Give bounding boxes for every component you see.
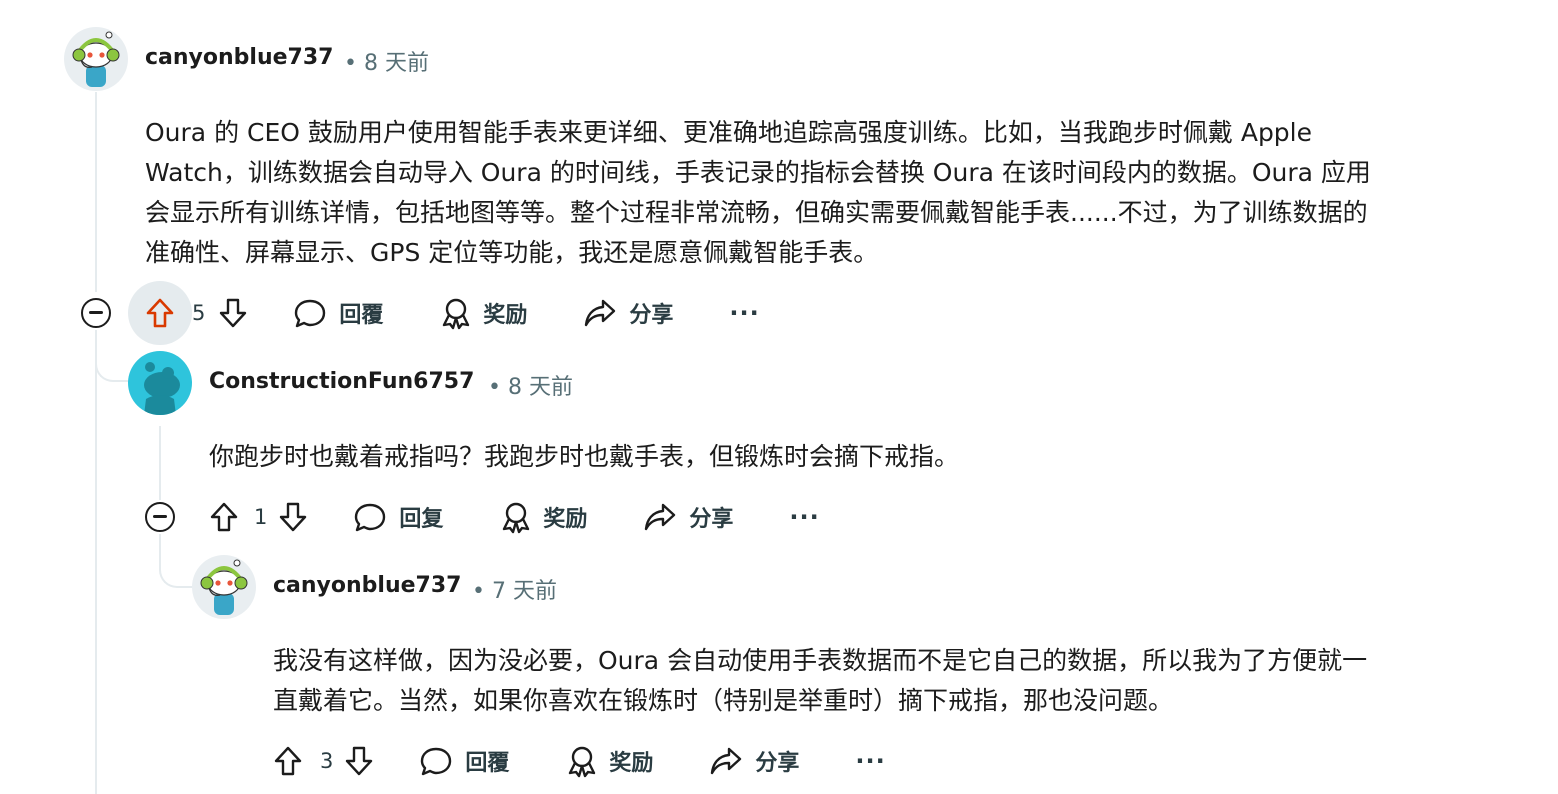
avatar[interactable] bbox=[64, 27, 128, 91]
award-icon bbox=[569, 746, 596, 778]
award-icon bbox=[503, 502, 530, 534]
vote-count: 5 bbox=[192, 301, 206, 325]
upvote-button[interactable] bbox=[128, 281, 192, 345]
thread-line bbox=[159, 426, 161, 500]
comment-text-line: 准确性、屏幕显示、GPS 定位等功能，我还是愿意佩戴智能手表。 bbox=[145, 238, 879, 267]
award-button[interactable]: 奖励 bbox=[499, 500, 587, 534]
more-options-button[interactable]: ··· bbox=[789, 503, 819, 531]
share-label: 分享 bbox=[755, 751, 800, 776]
comment-author[interactable]: canyonblue737 bbox=[273, 573, 461, 598]
comment-body: Oura 的 CEO 鼓励用户使用智能手表来更详细、更准确地追踪高强度训练。比如… bbox=[145, 113, 1545, 273]
award-button[interactable]: 奖励 bbox=[565, 744, 653, 778]
award-label: 奖励 bbox=[543, 507, 588, 532]
award-label: 奖励 bbox=[609, 751, 654, 776]
collapse-thread-button[interactable] bbox=[81, 298, 111, 328]
collapse-thread-button[interactable] bbox=[145, 502, 175, 532]
comment-author[interactable]: canyonblue737 bbox=[145, 45, 333, 70]
snoo-avatar-icon bbox=[200, 559, 248, 615]
thread-line bbox=[95, 330, 97, 794]
thread-branch bbox=[95, 330, 129, 382]
share-label: 分享 bbox=[689, 507, 734, 532]
downvote-icon bbox=[280, 502, 307, 532]
downvote-icon bbox=[346, 746, 373, 776]
reply-label: 回覆 bbox=[465, 751, 510, 776]
comment-action-bar: 5 回覆 奖励 分享 ··· bbox=[192, 281, 760, 345]
upvote-button[interactable] bbox=[272, 745, 304, 777]
comment-bubble-icon bbox=[295, 299, 326, 328]
comment-text-line: 你跑步时也戴着戒指吗？我跑步时也戴手表，但锻炼时会摘下戒指。 bbox=[209, 442, 960, 471]
comment-action-bar: 1 回复 奖励 分享 ··· bbox=[208, 485, 820, 549]
comment-text-line: Oura 的 CEO 鼓励用户使用智能手表来更详细、更准确地追踪高强度训练。比如… bbox=[145, 118, 1313, 147]
award-label: 奖励 bbox=[483, 303, 528, 328]
reply-button[interactable]: 回覆 bbox=[419, 745, 509, 777]
downvote-icon bbox=[220, 298, 247, 328]
default-snoo-avatar-icon bbox=[144, 362, 180, 415]
comment-author[interactable]: ConstructionFun6757 bbox=[209, 369, 474, 394]
comment-timestamp: • 8 天前 bbox=[488, 375, 573, 400]
comment-action-bar: 3 回覆 奖励 分享 ··· bbox=[272, 729, 886, 793]
upvote-button[interactable] bbox=[208, 501, 240, 533]
reply-button[interactable]: 回复 bbox=[353, 501, 443, 533]
upvote-icon bbox=[210, 502, 238, 532]
avatar[interactable] bbox=[192, 555, 256, 619]
vote-count: 1 bbox=[254, 505, 268, 529]
thread-line bbox=[95, 92, 97, 292]
reply-label: 回覆 bbox=[339, 303, 384, 328]
avatar[interactable] bbox=[128, 351, 192, 415]
snoo-avatar-icon bbox=[72, 31, 120, 87]
share-button[interactable]: 分享 bbox=[583, 297, 673, 329]
share-icon bbox=[585, 299, 616, 327]
more-options-button[interactable]: ··· bbox=[855, 747, 885, 775]
thread-branch bbox=[159, 534, 193, 588]
comment-timestamp: • 7 天前 bbox=[472, 579, 557, 604]
comment-body: 我没有这样做，因为没必要，Oura 会自动使用手表数据而不是它自己的数据，所以我… bbox=[273, 641, 1533, 721]
downvote-button[interactable] bbox=[343, 745, 375, 777]
share-label: 分享 bbox=[629, 303, 674, 328]
downvote-button[interactable] bbox=[217, 297, 249, 329]
share-icon bbox=[645, 503, 676, 531]
award-icon bbox=[443, 298, 470, 330]
vote-count: 3 bbox=[320, 749, 334, 773]
comment-text-line: 直戴着它。当然，如果你喜欢在锻炼时（特别是举重时）摘下戒指，那也没问题。 bbox=[273, 686, 1174, 715]
share-button[interactable]: 分享 bbox=[643, 501, 733, 533]
upvote-icon bbox=[274, 746, 302, 776]
reply-label: 回复 bbox=[399, 507, 444, 532]
more-options-button[interactable]: ··· bbox=[729, 299, 759, 327]
award-button[interactable]: 奖励 bbox=[439, 296, 527, 330]
reply-button[interactable]: 回覆 bbox=[293, 297, 383, 329]
comment-bubble-icon bbox=[421, 747, 452, 776]
comment-text-line: 我没有这样做，因为没必要，Oura 会自动使用手表数据而不是它自己的数据，所以我… bbox=[273, 646, 1368, 675]
upvote-icon bbox=[146, 298, 174, 328]
comment-body: 你跑步时也戴着戒指吗？我跑步时也戴手表，但锻炼时会摘下戒指。 bbox=[209, 437, 1529, 477]
share-icon bbox=[711, 747, 742, 775]
comment-timestamp: • 8 天前 bbox=[344, 51, 429, 76]
comment-text-line: 会显示所有训练详情，包括地图等等。整个过程非常流畅，但确实需要佩戴智能手表...… bbox=[145, 198, 1368, 227]
share-button[interactable]: 分享 bbox=[709, 745, 799, 777]
comment-text-line: Watch，训练数据会自动导入 Oura 的时间线，手表记录的指标会替换 Our… bbox=[145, 158, 1371, 187]
comment-bubble-icon bbox=[355, 503, 386, 532]
downvote-button[interactable] bbox=[277, 501, 309, 533]
